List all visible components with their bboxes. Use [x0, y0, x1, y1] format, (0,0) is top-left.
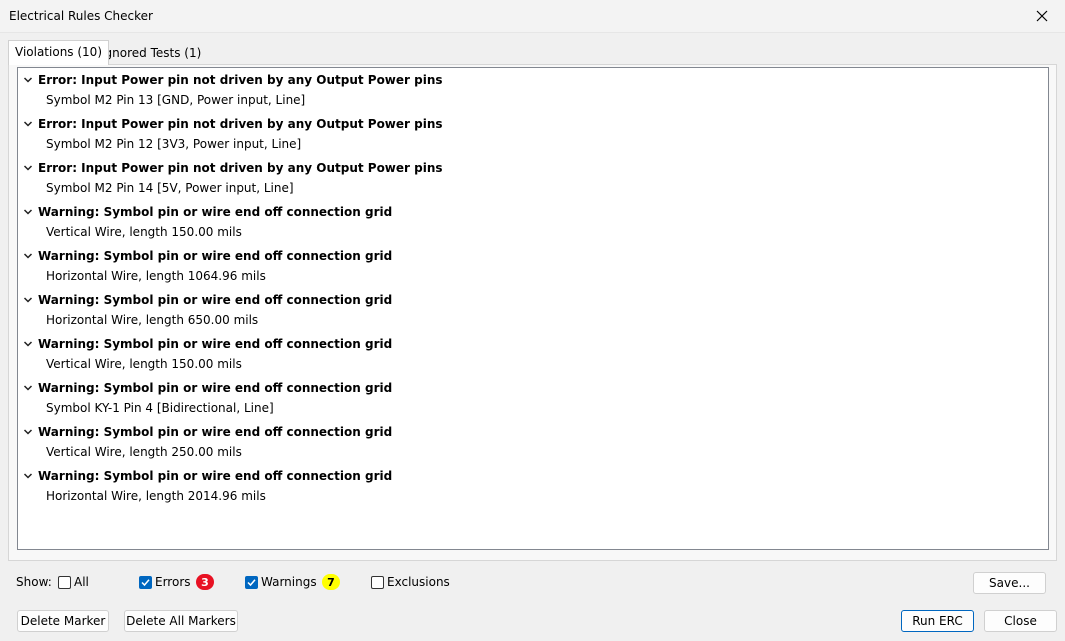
violation-item[interactable]: Warning: Symbol pin or wire end off conn… [18, 200, 1048, 244]
tab-violations[interactable]: Violations (10) [8, 40, 109, 65]
violation-item[interactable]: Warning: Symbol pin or wire end off conn… [18, 332, 1048, 376]
violation-title: Warning: Symbol pin or wire end off conn… [38, 381, 393, 395]
violation-detail[interactable]: Vertical Wire, length 150.00 mils [46, 357, 242, 371]
violation-header[interactable]: Warning: Symbol pin or wire end off conn… [18, 334, 1048, 354]
violation-detail[interactable]: Horizontal Wire, length 650.00 mils [46, 313, 258, 327]
chevron-down-icon[interactable] [18, 422, 38, 442]
delete-all-markers-button[interactable]: Delete All Markers [124, 610, 238, 632]
violation-detail[interactable]: Symbol M2 Pin 13 [GND, Power input, Line… [46, 93, 305, 107]
violation-detail[interactable]: Horizontal Wire, length 1064.96 mils [46, 269, 266, 283]
delete-marker-button[interactable]: Delete Marker [17, 610, 109, 632]
violation-header[interactable]: Error: Input Power pin not driven by any… [18, 114, 1048, 134]
violation-detail[interactable]: Vertical Wire, length 250.00 mils [46, 445, 242, 459]
violation-title: Warning: Symbol pin or wire end off conn… [38, 469, 393, 483]
violation-title: Warning: Symbol pin or wire end off conn… [38, 425, 393, 439]
checkmark-icon [141, 579, 150, 587]
run-erc-button[interactable]: Run ERC [901, 610, 974, 632]
violations-list[interactable]: Error: Input Power pin not driven by any… [17, 67, 1049, 550]
violation-title: Warning: Symbol pin or wire end off conn… [38, 337, 393, 351]
violation-header[interactable]: Warning: Symbol pin or wire end off conn… [18, 378, 1048, 398]
all-checkbox[interactable] [58, 576, 71, 589]
violation-title: Warning: Symbol pin or wire end off conn… [38, 249, 393, 263]
close-button[interactable]: Close [984, 610, 1057, 632]
title-bar: Electrical Rules Checker [0, 0, 1065, 33]
violation-header[interactable]: Warning: Symbol pin or wire end off conn… [18, 466, 1048, 486]
violations-panel: Error: Input Power pin not driven by any… [8, 64, 1057, 561]
exclusions-label[interactable]: Exclusions [387, 575, 450, 589]
window-title: Electrical Rules Checker [9, 9, 153, 23]
chevron-down-icon[interactable] [18, 378, 38, 398]
chevron-down-icon[interactable] [18, 202, 38, 222]
violation-header[interactable]: Warning: Symbol pin or wire end off conn… [18, 422, 1048, 442]
window-close-button[interactable] [1019, 0, 1065, 32]
violation-item[interactable]: Error: Input Power pin not driven by any… [18, 112, 1048, 156]
save-button[interactable]: Save... [973, 572, 1046, 594]
violation-item[interactable]: Error: Input Power pin not driven by any… [18, 156, 1048, 200]
errors-label[interactable]: Errors [155, 575, 191, 589]
errors-count-badge: 3 [196, 574, 214, 590]
violation-item[interactable]: Warning: Symbol pin or wire end off conn… [18, 464, 1048, 508]
exclusions-checkbox[interactable] [371, 576, 384, 589]
violation-title: Error: Input Power pin not driven by any… [38, 73, 443, 87]
violation-item[interactable]: Warning: Symbol pin or wire end off conn… [18, 288, 1048, 332]
chevron-down-icon[interactable] [18, 158, 38, 178]
violation-item[interactable]: Warning: Symbol pin or wire end off conn… [18, 420, 1048, 464]
violation-detail[interactable]: Horizontal Wire, length 2014.96 mils [46, 489, 266, 503]
violation-header[interactable]: Warning: Symbol pin or wire end off conn… [18, 290, 1048, 310]
violation-title: Warning: Symbol pin or wire end off conn… [38, 293, 393, 307]
violation-title: Error: Input Power pin not driven by any… [38, 161, 443, 175]
violation-item[interactable]: Warning: Symbol pin or wire end off conn… [18, 244, 1048, 288]
violation-detail[interactable]: Symbol M2 Pin 14 [5V, Power input, Line] [46, 181, 294, 195]
checkmark-icon [247, 579, 256, 587]
violation-detail[interactable]: Symbol M2 Pin 12 [3V3, Power input, Line… [46, 137, 301, 151]
warnings-label[interactable]: Warnings [261, 575, 317, 589]
violation-header[interactable]: Error: Input Power pin not driven by any… [18, 158, 1048, 178]
chevron-down-icon[interactable] [18, 114, 38, 134]
tab-ignored-tests[interactable]: Ignored Tests (1) [95, 43, 207, 64]
chevron-down-icon[interactable] [18, 70, 38, 90]
chevron-down-icon[interactable] [18, 290, 38, 310]
errors-checkbox[interactable] [139, 576, 152, 589]
violation-item[interactable]: Error: Input Power pin not driven by any… [18, 68, 1048, 112]
filter-row: Show: All Errors 3 Warnings 7 Exclusions [16, 573, 1056, 593]
all-label[interactable]: All [74, 575, 89, 589]
close-icon [1036, 10, 1048, 22]
violation-header[interactable]: Warning: Symbol pin or wire end off conn… [18, 246, 1048, 266]
chevron-down-icon[interactable] [18, 246, 38, 266]
violation-header[interactable]: Error: Input Power pin not driven by any… [18, 70, 1048, 90]
violation-item[interactable]: Warning: Symbol pin or wire end off conn… [18, 376, 1048, 420]
violation-header[interactable]: Warning: Symbol pin or wire end off conn… [18, 202, 1048, 222]
chevron-down-icon[interactable] [18, 466, 38, 486]
chevron-down-icon[interactable] [18, 334, 38, 354]
show-label: Show: [16, 575, 52, 589]
violation-detail[interactable]: Vertical Wire, length 150.00 mils [46, 225, 242, 239]
warnings-checkbox[interactable] [245, 576, 258, 589]
violation-detail[interactable]: Symbol KY-1 Pin 4 [Bidirectional, Line] [46, 401, 274, 415]
violation-title: Warning: Symbol pin or wire end off conn… [38, 205, 393, 219]
warnings-count-badge: 7 [322, 574, 340, 590]
violation-title: Error: Input Power pin not driven by any… [38, 117, 443, 131]
